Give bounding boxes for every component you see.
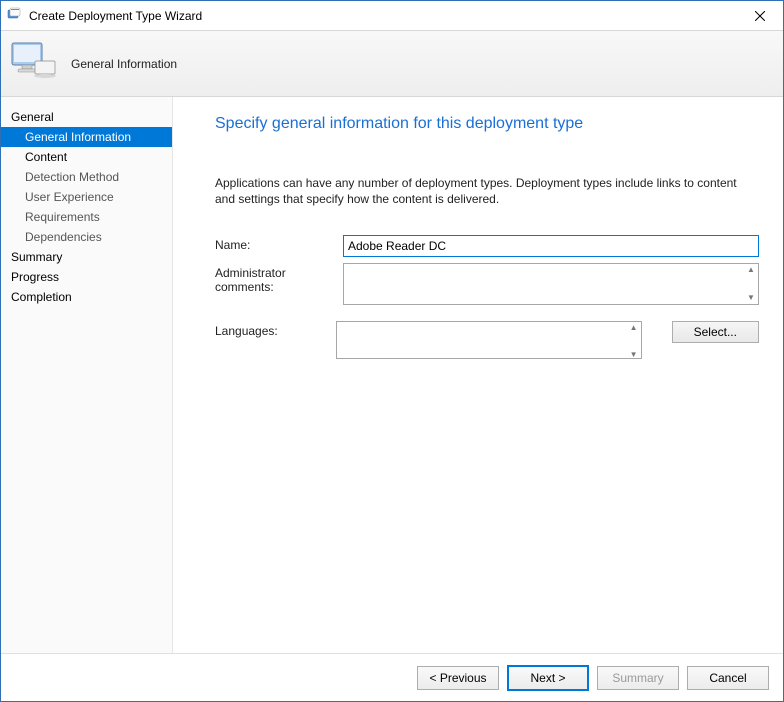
comments-row: Administrator comments: ▲ ▼ — [215, 263, 759, 305]
name-row: Name: — [215, 235, 759, 257]
header-label: General Information — [71, 57, 177, 71]
wizard-content: Specify general information for this dep… — [173, 97, 783, 653]
summary-button[interactable]: Summary — [597, 666, 679, 690]
nav-item-general-information[interactable]: General Information — [1, 127, 172, 147]
nav-item-dependencies[interactable]: Dependencies — [1, 227, 172, 247]
wizard-body: GeneralGeneral InformationContentDetecti… — [1, 97, 783, 653]
nav-item-content[interactable]: Content — [1, 147, 172, 167]
window-title: Create Deployment Type Wizard — [29, 9, 202, 23]
comments-label: Administrator comments: — [215, 263, 343, 294]
next-button[interactable]: Next > — [507, 665, 589, 691]
monitor-icon — [11, 41, 57, 86]
nav-item-summary[interactable]: Summary — [1, 247, 172, 267]
languages-row: Languages: ▲ ▼ Select... — [215, 321, 759, 362]
comments-textarea[interactable] — [343, 263, 759, 305]
name-input[interactable] — [343, 235, 759, 257]
nav-item-completion[interactable]: Completion — [1, 287, 172, 307]
nav-item-user-experience[interactable]: User Experience — [1, 187, 172, 207]
app-icon — [7, 6, 23, 25]
nav-item-general[interactable]: General — [1, 107, 172, 127]
wizard-sidebar: GeneralGeneral InformationContentDetecti… — [1, 97, 173, 653]
header-band: General Information — [1, 31, 783, 97]
titlebar: Create Deployment Type Wizard — [1, 1, 783, 31]
wizard-footer: < Previous Next > Summary Cancel — [1, 653, 783, 701]
nav-item-detection-method[interactable]: Detection Method — [1, 167, 172, 187]
page-title: Specify general information for this dep… — [215, 115, 759, 133]
previous-button[interactable]: < Previous — [417, 666, 499, 690]
languages-box[interactable] — [336, 321, 642, 359]
cancel-button[interactable]: Cancel — [687, 666, 769, 690]
nav-item-progress[interactable]: Progress — [1, 267, 172, 287]
nav-item-requirements[interactable]: Requirements — [1, 207, 172, 227]
close-button[interactable] — [737, 1, 783, 31]
name-label: Name: — [215, 235, 343, 252]
select-languages-button[interactable]: Select... — [672, 321, 759, 343]
languages-label: Languages: — [215, 321, 336, 338]
wizard-window: Create Deployment Type Wizard General In… — [0, 0, 784, 702]
page-description: Applications can have any number of depl… — [215, 175, 759, 207]
